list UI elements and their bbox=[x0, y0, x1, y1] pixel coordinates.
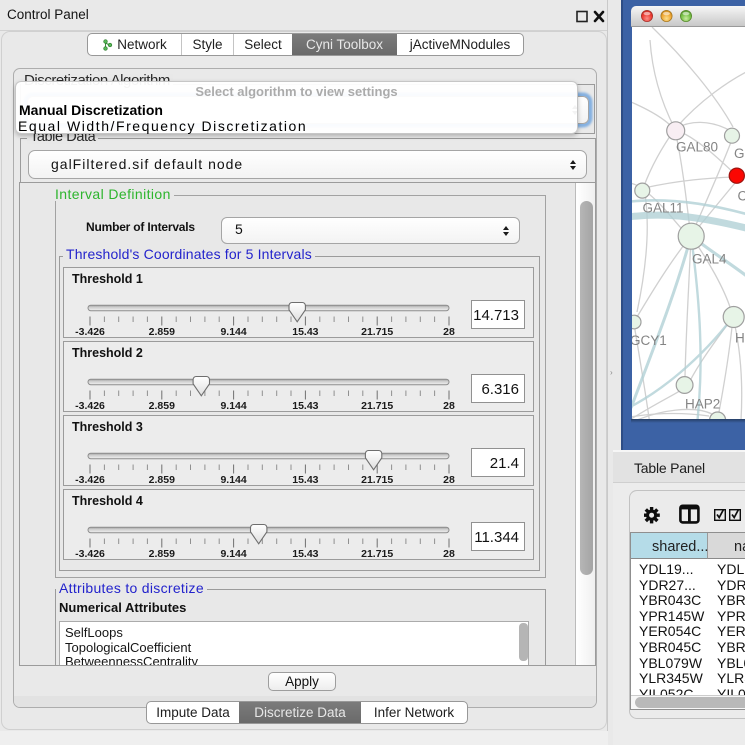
svg-text:2.859: 2.859 bbox=[149, 548, 175, 560]
svg-text:15.43: 15.43 bbox=[292, 548, 318, 560]
svg-text:21.715: 21.715 bbox=[361, 548, 393, 560]
svg-text:21.715: 21.715 bbox=[361, 474, 393, 486]
svg-text:GAL80: GAL80 bbox=[676, 140, 718, 155]
svg-text:15.43: 15.43 bbox=[292, 326, 318, 338]
svg-text:9.144: 9.144 bbox=[220, 326, 246, 338]
svg-text:C: C bbox=[738, 189, 745, 204]
svg-text:28: 28 bbox=[443, 474, 455, 486]
svg-text:HAP2: HAP2 bbox=[685, 397, 720, 412]
svg-text:GCY1: GCY1 bbox=[632, 333, 667, 348]
svg-text:28: 28 bbox=[443, 548, 455, 560]
svg-text:GAL11: GAL11 bbox=[643, 201, 684, 216]
svg-text:GAL4: GAL4 bbox=[692, 252, 727, 267]
svg-text:-3.426: -3.426 bbox=[75, 548, 105, 560]
svg-text:15.43: 15.43 bbox=[292, 474, 318, 486]
svg-text:-3.426: -3.426 bbox=[75, 400, 105, 412]
svg-text:G.: G. bbox=[734, 146, 745, 161]
svg-text:21.715: 21.715 bbox=[361, 326, 393, 338]
svg-text:H: H bbox=[735, 331, 745, 346]
svg-text:28: 28 bbox=[443, 326, 455, 338]
svg-text:2.859: 2.859 bbox=[149, 474, 175, 486]
svg-text:15.43: 15.43 bbox=[292, 400, 318, 412]
svg-text:21.715: 21.715 bbox=[361, 400, 393, 412]
svg-text:9.144: 9.144 bbox=[220, 474, 246, 486]
svg-text:-3.426: -3.426 bbox=[75, 474, 105, 486]
svg-text:-3.426: -3.426 bbox=[75, 326, 105, 338]
svg-text:28: 28 bbox=[443, 400, 455, 412]
svg-text:9.144: 9.144 bbox=[220, 548, 246, 560]
svg-text:2.859: 2.859 bbox=[149, 326, 175, 338]
svg-text:9.144: 9.144 bbox=[220, 400, 246, 412]
svg-text:2.859: 2.859 bbox=[149, 400, 175, 412]
